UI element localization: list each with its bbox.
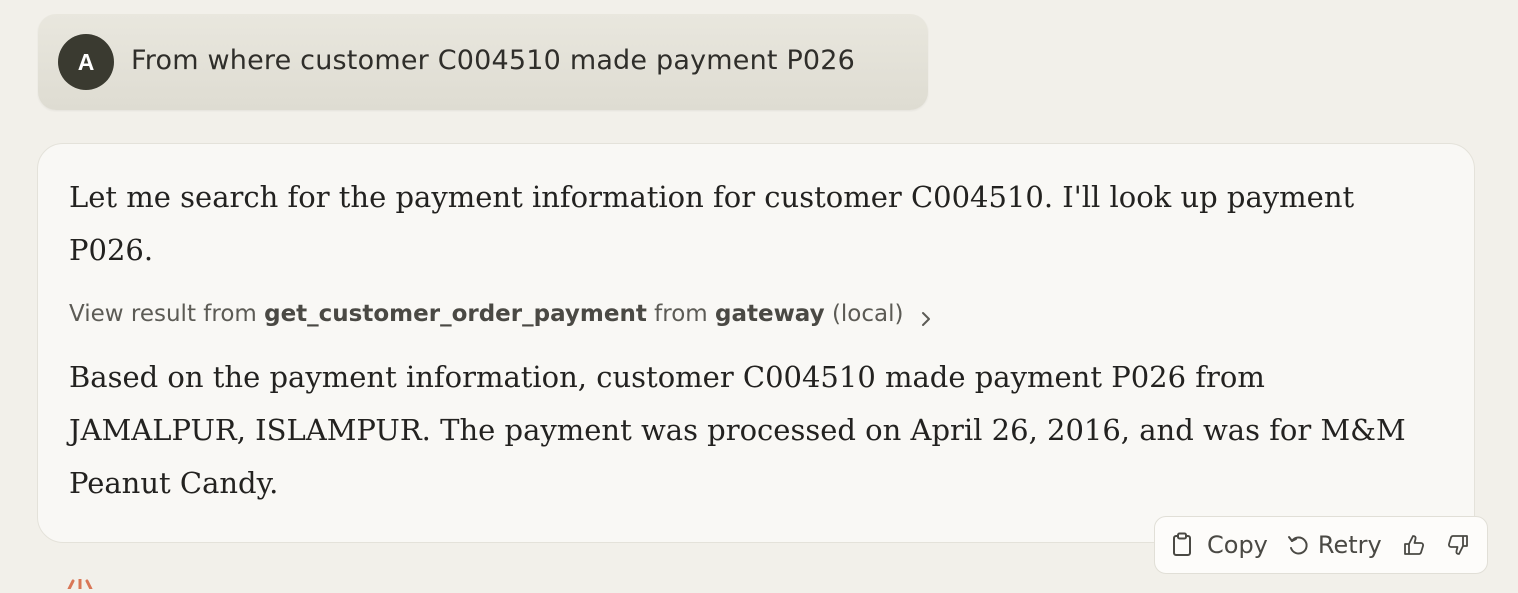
tool-result-prefix: View result from — [69, 301, 257, 327]
thumbs-up-icon — [1402, 533, 1426, 557]
tool-result-middle: from — [654, 301, 708, 327]
tool-result-suffix: (local) — [831, 301, 904, 327]
assistant-logo-icon — [63, 574, 97, 591]
thumbs-up-button[interactable] — [1402, 533, 1426, 557]
server-name: gateway — [714, 301, 825, 327]
retry-icon — [1286, 533, 1318, 557]
copy-label: Copy — [1207, 531, 1268, 559]
tool-name: get_customer_order_payment — [264, 301, 647, 327]
assistant-answer-text: Based on the payment information, custom… — [69, 360, 1406, 500]
message-action-bar: Copy Retry — [1154, 516, 1488, 574]
tool-result-link[interactable]: View result from get_customer_order_paym… — [69, 296, 933, 332]
clipboard-icon — [1171, 532, 1207, 558]
retry-button[interactable]: Retry — [1286, 531, 1382, 559]
thumbs-down-icon — [1446, 533, 1470, 557]
avatar[interactable]: A — [58, 34, 114, 90]
user-message-text: From where customer C004510 made payment… — [131, 45, 856, 76]
chevron-right-icon — [919, 304, 933, 326]
assistant-message-card: Let me search for the payment informatio… — [37, 143, 1475, 543]
thumbs-down-button[interactable] — [1446, 533, 1470, 557]
retry-label: Retry — [1317, 531, 1382, 559]
user-message-bubble: A From where customer C004510 made payme… — [38, 14, 928, 110]
copy-button[interactable]: Copy — [1171, 531, 1268, 559]
assistant-intro-text: Let me search for the payment informatio… — [69, 180, 1355, 267]
